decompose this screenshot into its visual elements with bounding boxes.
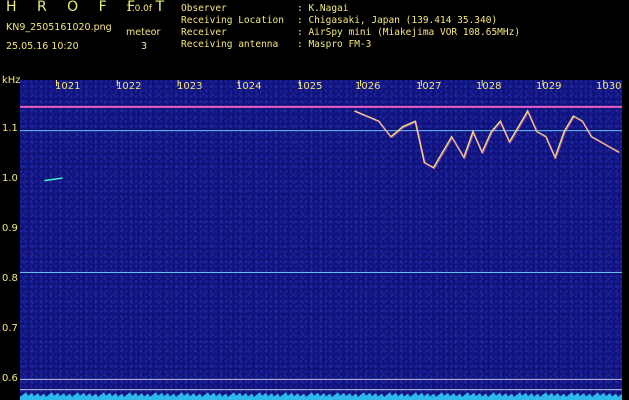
- x-tick-label: 1029: [536, 81, 562, 92]
- version-label: 1.0.0f: [126, 4, 153, 14]
- info-antenna-label: Receiving antenna: [181, 39, 279, 50]
- y-tick-label: 0.7: [2, 323, 18, 334]
- y-tick-label: 0.9: [2, 223, 18, 234]
- noise-floor-band: [20, 392, 622, 400]
- info-location-value: : Chigasaki, Japan (139.414 35.340): [297, 15, 498, 26]
- x-tick-label: 1030: [596, 81, 622, 92]
- y-tick-label: 0.8: [2, 273, 18, 284]
- datetime-label: 25.05.16 10:20: [6, 41, 79, 52]
- filename-label: KN9_2505161020.png: [6, 22, 112, 33]
- hrofft-window: H R O F F T 1.0.0f KN9_2505161020.png 25…: [0, 0, 629, 400]
- info-receiver-label: Receiver: [181, 27, 227, 38]
- info-location-label: Receiving Location: [181, 15, 284, 26]
- x-tick-label: 1024: [236, 81, 262, 92]
- meteor-streak: [44, 177, 63, 182]
- x-tick-label: 1028: [476, 81, 502, 92]
- x-tick-label: 1027: [416, 81, 442, 92]
- x-tick-label: 1021: [55, 81, 81, 92]
- spectrogram-svg: [20, 80, 622, 400]
- info-observer-label: Observer: [181, 3, 227, 14]
- info-receiver-value: : AirSpy mini (Miakejima VOR 108.65MHz): [297, 27, 521, 38]
- y-tick-label: 1.1: [2, 123, 18, 134]
- y-tick-label: 0.6: [2, 373, 18, 384]
- y-tick-label: 1.0: [2, 173, 18, 184]
- info-observer-value: : K.Nagai: [297, 3, 349, 14]
- meteor-label: meteor: [126, 27, 161, 38]
- x-tick-label: 1026: [355, 81, 381, 92]
- spectrogram-plot: [20, 80, 622, 400]
- x-tick-label: 1023: [177, 81, 203, 92]
- info-antenna-value: : Maspro FM-3: [297, 39, 372, 50]
- x-tick-label: 1025: [297, 81, 323, 92]
- y-axis-label: kHz: [2, 75, 21, 86]
- meteor-count: 3: [141, 41, 148, 52]
- x-tick-label: 1022: [116, 81, 142, 92]
